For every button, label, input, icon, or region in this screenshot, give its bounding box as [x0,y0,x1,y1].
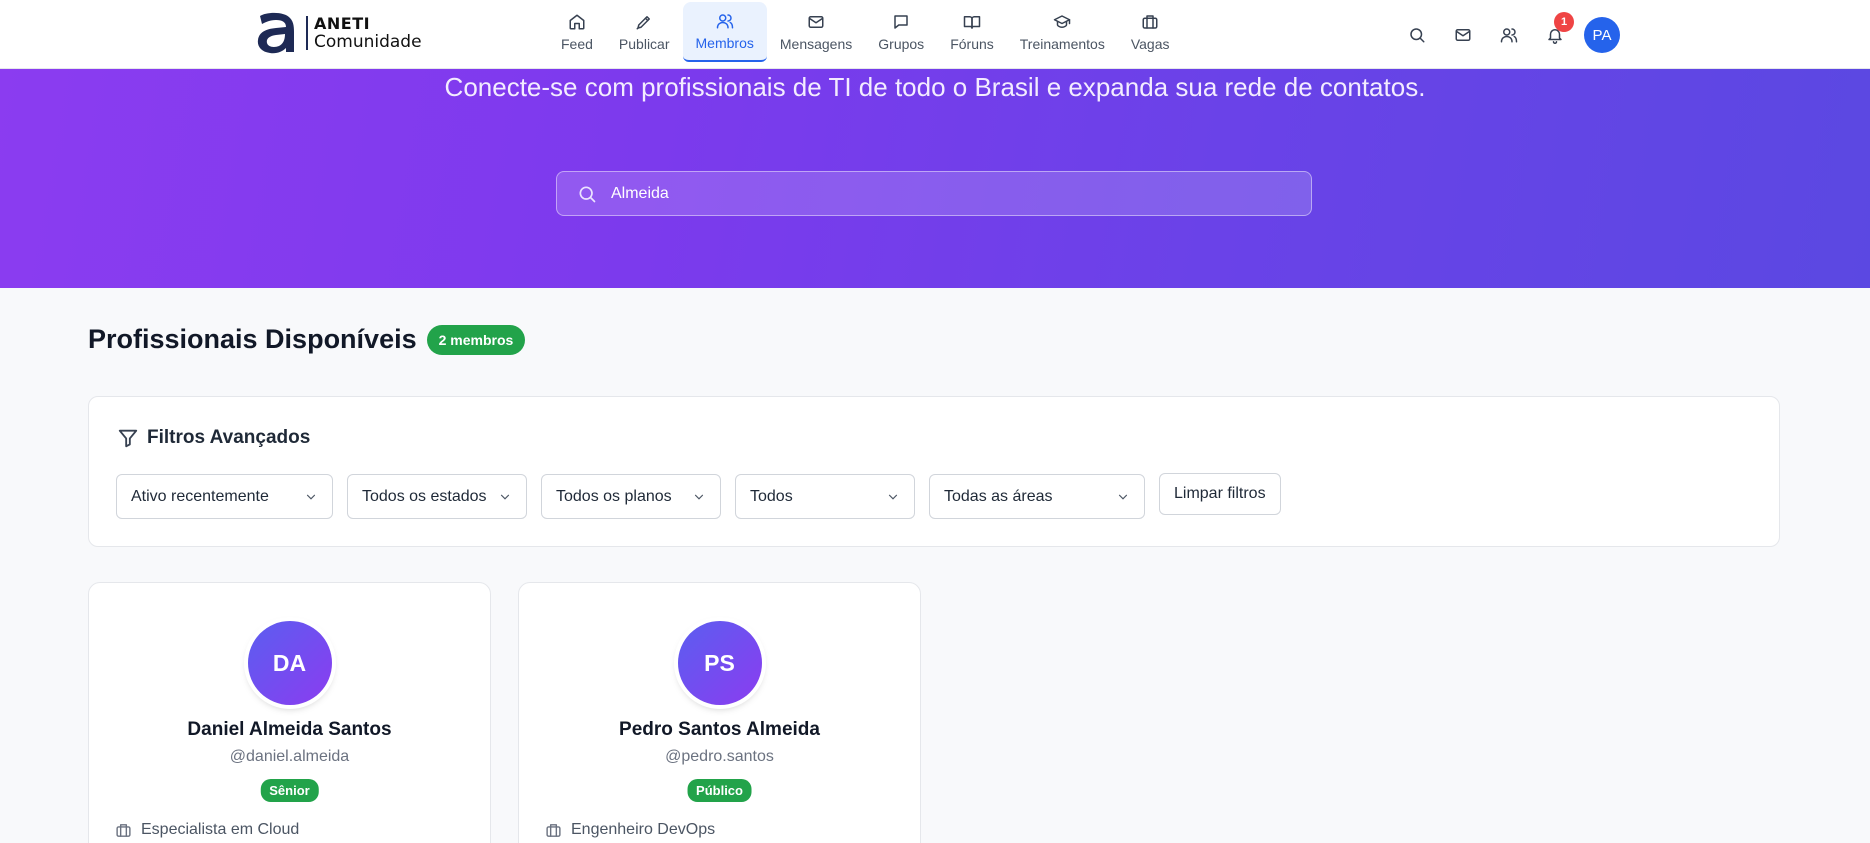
user-avatar[interactable]: PA [1584,17,1620,53]
nav-item-mensagens[interactable]: Mensagens [767,2,865,62]
nav-item-foruns[interactable]: Fóruns [937,2,1007,62]
header-notifications-button[interactable]: 1 [1532,12,1578,51]
mail-icon [1455,29,1471,41]
nav-label-vagas: Vagas [1130,35,1170,52]
member-handle: @pedro.santos [665,748,774,765]
main-nav: Feed Publicar Membros Mensagens Grupos F… [548,2,1183,62]
member-role: Engenheiro DevOps [545,821,715,839]
hero-banner: Conecte-se com profissionais de TI de to… [0,69,1870,288]
nav-label-treinamentos: Treinamentos [1019,35,1105,52]
section-header: Profissionais Disponíveis 2 membros [88,324,526,355]
member-search-bar[interactable] [556,171,1312,216]
filter-selects: Ativo recentemente Todos os estados Todo… [116,473,1281,519]
nav-label-grupos: Grupos [878,35,925,52]
nav-label-feed: Feed [561,35,593,52]
book-icon [963,15,981,29]
section-title: Profissionais Disponíveis [88,324,417,354]
member-name[interactable]: Daniel Almeida Santos [89,719,490,741]
pen-icon [636,15,651,29]
notification-count-badge: 1 [1554,12,1574,32]
filters-header: Filtros Avançados [117,427,310,449]
chevron-down-icon [306,494,316,500]
clear-filters-button[interactable]: Limpar filtros [1159,473,1281,515]
state-filter-value: Todos os estados [362,487,487,505]
home-icon [569,14,585,29]
member-level-badge: Sênior [260,779,319,802]
chevron-down-icon [694,494,704,500]
nav-label-publicar: Publicar [618,35,670,52]
member-handle: @daniel.almeida [229,748,350,765]
member-role-text: Engenheiro DevOps [571,821,716,838]
briefcase-icon [546,823,561,837]
area-filter-select[interactable]: Todas as áreas [929,474,1145,519]
activity-filter-select[interactable]: Ativo recentemente [116,474,333,519]
nav-item-grupos[interactable]: Grupos [865,2,937,62]
search-icon [1410,28,1425,43]
header-connections-button[interactable] [1486,19,1532,51]
filters-title: Filtros Avançados [147,427,311,448]
member-card[interactable]: PS Pedro Santos Almeida @pedro.santos Pú… [518,582,921,843]
type-filter-value: Todos [750,487,793,505]
search-icon [579,186,596,202]
users-icon [716,13,733,28]
header-search-button[interactable] [1394,19,1440,51]
header-messages-button[interactable] [1440,19,1486,51]
member-level-badge: Público [687,779,752,802]
plan-filter-value: Todos os planos [556,487,672,505]
hero-subtitle: Conecte-se com profissionais de TI de to… [444,72,1426,102]
member-name[interactable]: Pedro Santos Almeida [519,719,920,741]
nav-item-membros[interactable]: Membros [682,2,767,62]
chat-icon [894,14,908,29]
members-count-badge: 2 membros [426,324,526,355]
member-role: Especialista em Cloud [115,821,299,839]
header-actions: 1 PA [1394,12,1620,53]
type-filter-select[interactable]: Todos [735,474,915,519]
logo-text: ANETI Comunidade [314,13,422,52]
plan-filter-select[interactable]: Todos os planos [541,474,721,519]
nav-label-mensagens: Mensagens [779,35,853,52]
aneti-logo-mark [254,12,300,54]
chevron-down-icon [500,494,510,500]
briefcase-icon [1142,14,1158,29]
chevron-down-icon [1118,494,1128,500]
member-card[interactable]: DA Daniel Almeida Santos @daniel.almeida… [88,582,491,843]
member-role-text: Especialista em Cloud [141,821,300,838]
nav-item-publicar[interactable]: Publicar [606,2,683,62]
member-avatar: PS [677,621,762,705]
nav-label-membros: Membros [695,34,754,51]
nav-item-feed[interactable]: Feed [548,2,606,62]
briefcase-icon [116,823,131,837]
nav-item-treinamentos[interactable]: Treinamentos [1007,2,1118,62]
logo-separator [306,16,308,50]
chevron-down-icon [888,494,898,500]
logo-subtitle: Comunidade [314,31,422,52]
area-filter-value: Todas as áreas [944,487,1053,505]
state-filter-select[interactable]: Todos os estados [347,474,527,519]
member-avatar: DA [247,621,332,705]
logo[interactable]: ANETI Comunidade [254,12,422,54]
logo-title: ANETI [314,13,371,33]
nav-item-vagas[interactable]: Vagas [1118,2,1183,62]
activity-filter-value: Ativo recentemente [131,487,269,505]
graduation-cap-icon [1054,14,1071,28]
member-search-input[interactable] [611,184,1291,203]
top-navbar: ANETI Comunidade Feed Publicar Membros M… [0,0,1870,69]
nav-label-foruns: Fóruns [950,35,994,52]
users-icon [1500,28,1518,43]
advanced-filters-panel: Filtros Avançados Ativo recentemente Tod… [88,396,1780,547]
mail-icon [808,15,824,28]
filter-icon [118,429,138,448]
